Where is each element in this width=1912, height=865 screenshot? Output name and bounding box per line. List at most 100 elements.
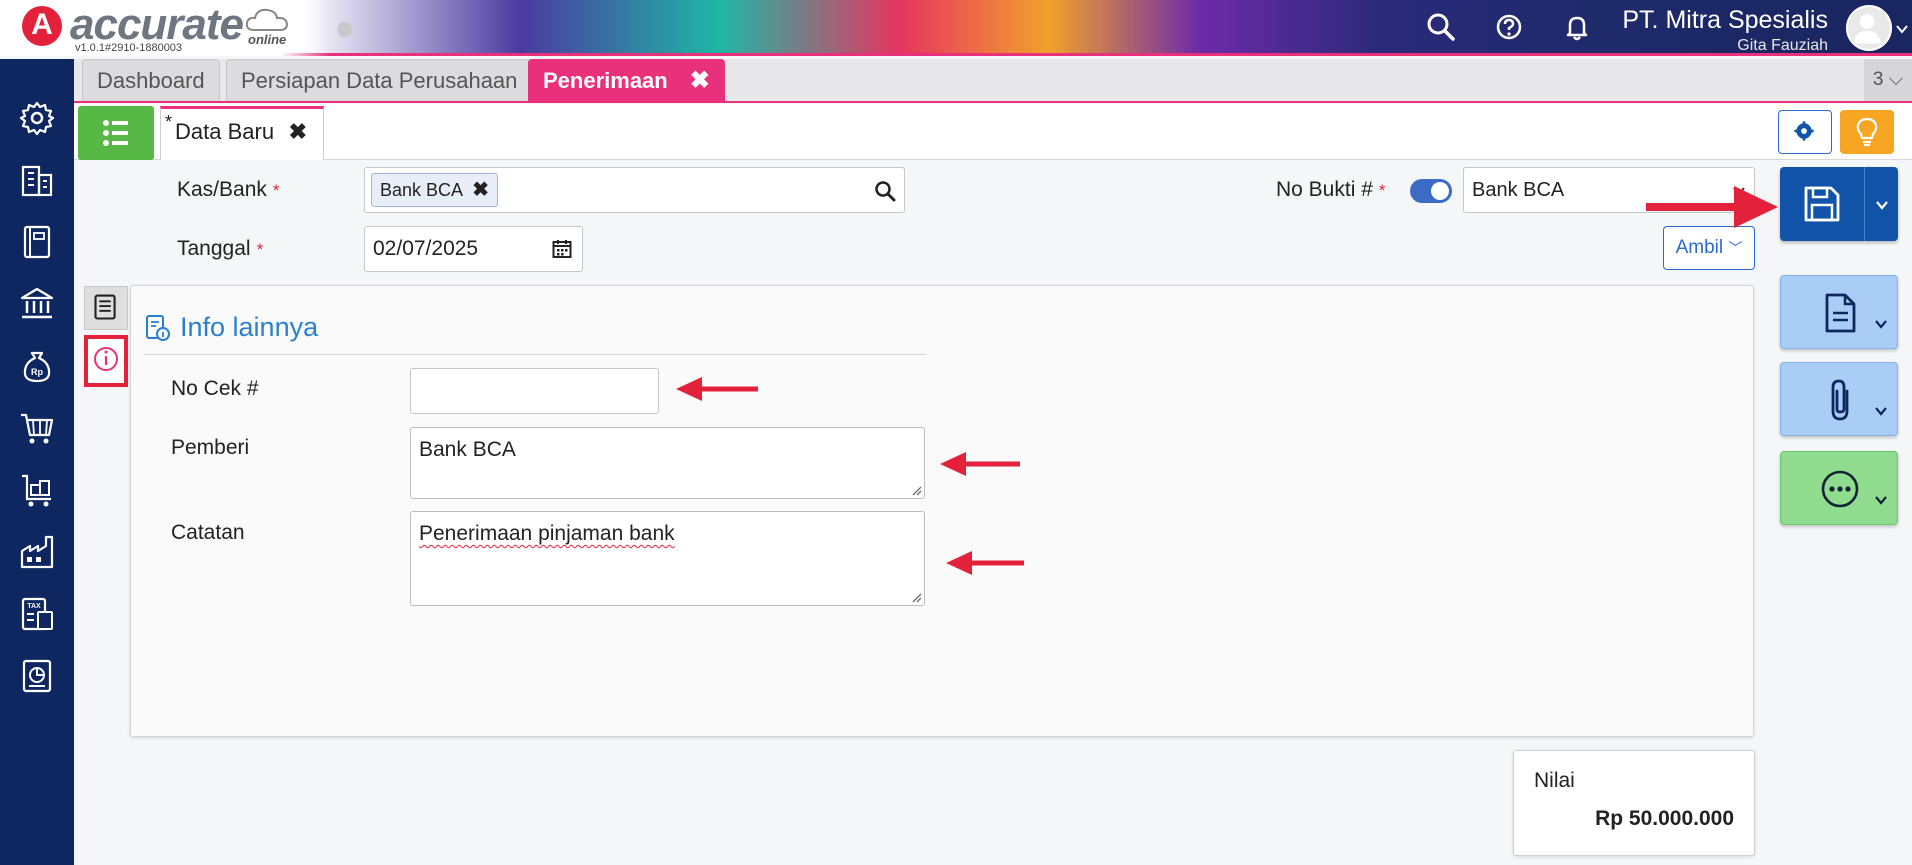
document-icon <box>94 294 116 320</box>
tab-data-baru[interactable]: * Data Baru ✖ <box>160 106 324 160</box>
list-icon <box>103 120 128 146</box>
pemberi-textarea[interactable]: Bank BCA <box>410 427 925 499</box>
no-bukti-label: No Bukti # * <box>1276 178 1386 201</box>
auto-number-toggle[interactable] <box>1410 179 1452 203</box>
inventory-cart-icon[interactable] <box>18 471 56 509</box>
user-name: Gita Fauziah <box>1737 37 1828 54</box>
nilai-summary: Nilai Rp 50.000.000 <box>1513 750 1755 856</box>
modified-mark: * <box>165 112 173 132</box>
catatan-label: Catatan <box>171 521 245 544</box>
chevron-down-icon[interactable] <box>1873 403 1889 419</box>
detail-tab[interactable] <box>84 286 128 330</box>
required-mark: * <box>1378 181 1386 200</box>
tips-button[interactable] <box>1840 110 1894 154</box>
tanggal-value: 02/07/2025 <box>373 237 479 260</box>
required-mark: * <box>272 181 280 200</box>
paperclip-icon <box>1831 379 1849 421</box>
close-icon[interactable]: ✖ <box>289 109 307 155</box>
tax-calculator-icon[interactable]: TAX <box>18 595 56 633</box>
split-divider <box>1864 167 1865 241</box>
no-cek-input[interactable] <box>410 368 659 414</box>
pemberi-label: Pemberi <box>171 436 250 459</box>
user-icon <box>1853 14 1881 44</box>
lightbulb-icon <box>1856 117 1878 147</box>
app-header: A accurate online v1.0.1#2910-1880003 PT… <box>0 0 1912 56</box>
form-settings-button[interactable] <box>1778 110 1832 154</box>
panel-title: Info lainnya <box>180 312 319 342</box>
annotation-arrow-icon <box>676 377 758 401</box>
chevron-down-icon: ﹀ <box>1728 240 1743 256</box>
nilai-value: Rp 50.000.000 <box>1595 807 1734 830</box>
bank-icon[interactable] <box>18 285 56 323</box>
info-lainnya-tab[interactable] <box>84 335 128 387</box>
kas-bank-chip: Bank BCA ✖ <box>371 173 499 207</box>
ambil-button[interactable]: Ambil ﹀ <box>1663 226 1755 270</box>
logo-subtext: online <box>248 32 287 47</box>
chip-label: Bank BCA <box>380 180 464 200</box>
money-bag-icon[interactable]: Rp <box>18 347 56 385</box>
calendar-icon[interactable] <box>552 239 572 259</box>
chevron-down-icon[interactable] <box>1874 197 1890 213</box>
floppy-disk-icon <box>1804 186 1840 222</box>
gear-icon[interactable] <box>18 99 56 137</box>
close-icon[interactable]: ✖ <box>690 67 710 94</box>
ambil-label: Ambil <box>1675 237 1724 258</box>
help-icon[interactable] <box>1492 10 1526 44</box>
nilai-label: Nilai <box>1534 769 1575 792</box>
annotation-arrow-icon <box>946 551 1024 575</box>
annotation-arrow-icon <box>1646 186 1778 228</box>
chip-remove-icon[interactable]: ✖ <box>472 174 489 206</box>
info-lainnya-panel <box>130 285 1754 737</box>
tab-count-dropdown[interactable]: 3 ⌵ <box>1864 59 1912 101</box>
attachment-button[interactable] <box>1780 362 1898 436</box>
panel-divider <box>144 354 926 355</box>
company-info[interactable]: PT. Mitra Spesialis Gita Fauziah <box>1622 6 1828 55</box>
avatar[interactable] <box>1846 5 1892 51</box>
ledger-book-icon[interactable] <box>18 223 56 261</box>
tanggal-field[interactable]: 02/07/2025 <box>364 226 583 272</box>
tab-label: Penerimaan <box>543 68 668 93</box>
tab-persiapan-data-perusahaan[interactable]: Persiapan Data Perusahaan <box>226 59 533 101</box>
sidebar: Rp TAX <box>0 59 74 865</box>
company-name: PT. Mitra Spesialis <box>1622 6 1828 34</box>
tab-label: Data Baru <box>175 119 275 144</box>
list-view-button[interactable] <box>78 106 154 160</box>
catatan-textarea[interactable]: Penerimaan pinjaman bank <box>410 511 925 606</box>
app-version: v1.0.1#2910-1880003 <box>75 42 183 54</box>
search-icon[interactable] <box>1424 10 1458 44</box>
chevron-down-icon[interactable] <box>1895 22 1909 36</box>
save-button[interactable] <box>1780 167 1898 241</box>
tab-label: Persiapan Data Perusahaan <box>241 68 518 93</box>
more-horizontal-icon <box>1821 470 1859 508</box>
logo-icon: A <box>22 6 62 46</box>
tab-label: Dashboard <box>97 68 205 93</box>
cloud-icon <box>245 8 289 31</box>
factory-icon[interactable] <box>18 533 56 571</box>
gear-icon <box>1793 120 1815 142</box>
resize-grip-icon[interactable] <box>912 593 922 603</box>
logo-area: A accurate online v1.0.1#2910-1880003 <box>0 0 330 56</box>
kas-bank-field[interactable]: Bank BCA ✖ <box>364 167 905 213</box>
required-mark: * <box>256 240 264 259</box>
catatan-value: Penerimaan pinjaman bank <box>419 522 675 545</box>
cart-icon[interactable] <box>18 409 56 447</box>
report-chart-icon[interactable] <box>18 657 56 695</box>
resize-grip-icon[interactable] <box>912 486 922 496</box>
tab-penerimaan[interactable]: Penerimaan ✖ <box>528 59 725 101</box>
document-menu-button[interactable] <box>1780 275 1898 349</box>
chevron-down-icon[interactable] <box>1873 316 1889 332</box>
svg-text:TAX: TAX <box>27 603 41 610</box>
annotation-arrow-icon <box>940 452 1020 476</box>
status-dot <box>337 22 352 37</box>
tab-dashboard[interactable]: Dashboard <box>82 59 220 101</box>
module-tab-bar: Dashboard Persiapan Data Perusahaan Pene… <box>74 59 1912 103</box>
search-icon[interactable] <box>874 180 896 202</box>
more-actions-button[interactable] <box>1780 451 1898 525</box>
chevron-down-icon[interactable] <box>1873 492 1889 508</box>
no-cek-label: No Cek # <box>171 377 259 400</box>
building-icon[interactable] <box>18 161 56 199</box>
pemberi-value: Bank BCA <box>419 438 516 461</box>
form-toolbar: * Data Baru ✖ <box>74 104 1912 160</box>
tanggal-label: Tanggal * <box>177 237 264 260</box>
bell-icon[interactable] <box>1560 10 1594 44</box>
